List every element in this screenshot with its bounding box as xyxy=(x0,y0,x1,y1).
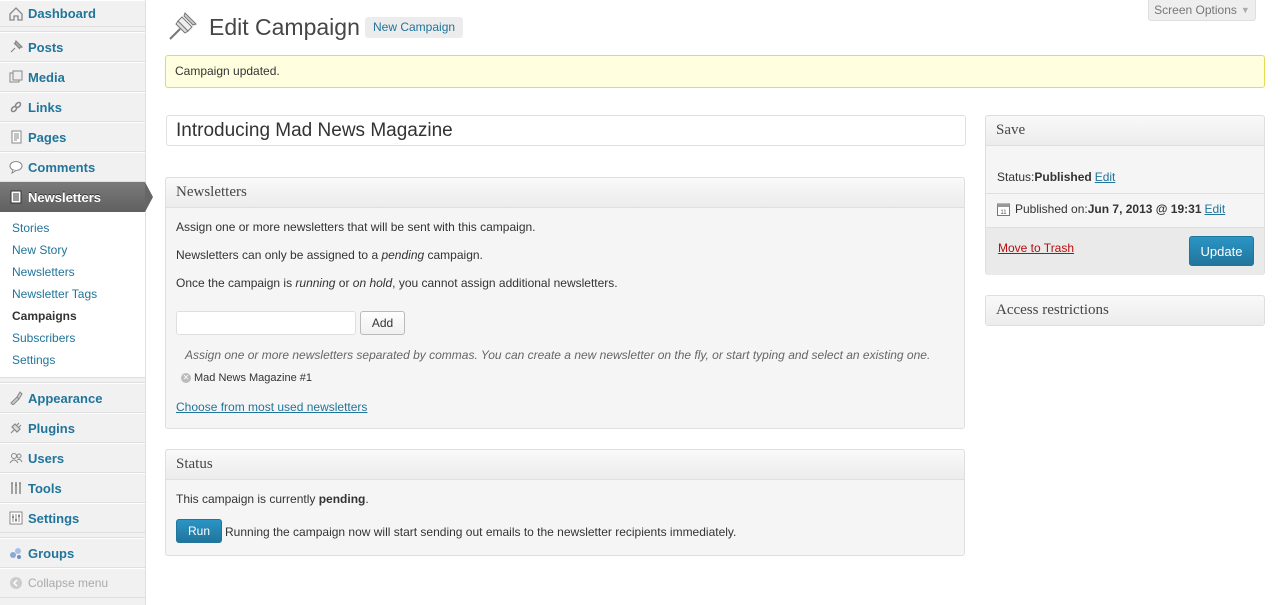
menu-comments-label: Comments xyxy=(28,159,96,175)
newsletter-hint: Assign one or more newsletters separated… xyxy=(185,348,931,362)
status-metabox: Status This campaign is currently pendin… xyxy=(165,449,965,556)
submenu-settings[interactable]: Settings xyxy=(0,349,145,371)
menu-links[interactable]: Links xyxy=(0,92,145,122)
users-icon xyxy=(8,450,24,466)
menu-collapse-label: Collapse menu xyxy=(28,576,109,590)
menu-newsletters-label: Newsletters xyxy=(28,189,101,205)
calendar-icon: 11 xyxy=(997,202,1010,216)
menu-media-label: Media xyxy=(28,69,65,85)
chevron-down-icon: ▼ xyxy=(1240,5,1250,15)
menu-pages-label: Pages xyxy=(28,129,67,145)
newsletter-tag-input[interactable] xyxy=(176,311,356,335)
menu-dashboard-label: Dashboard xyxy=(28,6,96,21)
menu-tools[interactable]: Tools xyxy=(0,473,145,503)
access-restrictions-title: Access restrictions xyxy=(986,296,1264,325)
submenu-newsletter-tags[interactable]: Newsletter Tags xyxy=(0,283,145,305)
post-status-row: Status: Published Edit xyxy=(997,170,1116,184)
submenu-subscribers[interactable]: Subscribers xyxy=(0,327,145,349)
menu-users[interactable]: Users xyxy=(0,443,145,473)
plugin-icon xyxy=(8,420,24,436)
groups-icon xyxy=(8,545,24,561)
svg-text:11: 11 xyxy=(1000,210,1007,216)
page-title: Edit Campaign xyxy=(209,14,360,40)
campaign-status-text: This campaign is currently pending. xyxy=(176,492,369,506)
newsletters-metabox-title: Newsletters xyxy=(166,178,964,208)
edit-status-link[interactable]: Edit xyxy=(1095,170,1116,184)
menu-settings[interactable]: Settings xyxy=(0,503,145,533)
submenu-campaigns[interactable]: Campaigns xyxy=(0,305,145,327)
menu-groups-label: Groups xyxy=(28,545,75,561)
pushpin-icon xyxy=(167,10,199,42)
newsletters-desc-1: Assign one or more newsletters that will… xyxy=(176,220,536,234)
menu-links-label: Links xyxy=(28,99,62,115)
new-campaign-button[interactable]: New Campaign xyxy=(365,17,464,38)
newsletters-submenu: Stories New Story Newsletters Newsletter… xyxy=(0,212,145,378)
remove-tag-icon[interactable]: ✕ xyxy=(181,373,191,383)
menu-users-label: Users xyxy=(28,450,65,466)
menu-dashboard[interactable]: Dashboard xyxy=(0,0,145,27)
most-used-newsletters-link[interactable]: Choose from most used newsletters xyxy=(176,400,367,414)
menu-plugins[interactable]: Plugins xyxy=(0,413,145,443)
campaign-title-input[interactable]: Introducing Mad News Magazine xyxy=(166,115,966,146)
newsletters-desc-3: Once the campaign is running or on hold,… xyxy=(176,276,618,290)
screen-options-label: Screen Options xyxy=(1154,3,1237,17)
menu-comments[interactable]: Comments xyxy=(0,152,145,182)
edit-date-link[interactable]: Edit xyxy=(1205,202,1226,216)
menu-settings-label: Settings xyxy=(28,510,80,526)
submenu-newsletters[interactable]: Newsletters xyxy=(0,261,145,283)
link-icon xyxy=(8,99,24,115)
menu-plugins-label: Plugins xyxy=(28,420,75,436)
appearance-icon xyxy=(8,390,24,406)
menu-appearance-label: Appearance xyxy=(28,390,103,406)
pin-icon xyxy=(8,39,24,55)
newsletters-metabox: Newsletters Assign one or more newslette… xyxy=(165,177,965,429)
comment-icon xyxy=(8,159,24,175)
updated-notice: Campaign updated. xyxy=(165,55,1265,88)
newsletter-tag-label: Mad News Magazine #1 xyxy=(194,372,313,384)
pages-icon xyxy=(8,129,24,145)
move-to-trash-link[interactable]: Move to Trash xyxy=(998,241,1074,255)
newsletter-tag: ✕ Mad News Magazine #1 xyxy=(181,372,312,384)
menu-newsletters[interactable]: Newsletters xyxy=(0,182,153,212)
status-metabox-title: Status xyxy=(166,450,964,480)
menu-pages[interactable]: Pages xyxy=(0,122,145,152)
menu-groups[interactable]: Groups xyxy=(0,538,145,568)
menu-media[interactable]: Media xyxy=(0,62,145,92)
save-metabox-title: Save xyxy=(986,116,1264,146)
submenu-stories[interactable]: Stories xyxy=(0,217,145,239)
dashboard-icon xyxy=(8,6,24,22)
menu-tools-label: Tools xyxy=(28,480,62,496)
access-restrictions-metabox[interactable]: Access restrictions xyxy=(985,295,1265,326)
submenu-new-story[interactable]: New Story xyxy=(0,239,145,261)
add-newsletter-button[interactable]: Add xyxy=(360,311,405,335)
menu-appearance[interactable]: Appearance xyxy=(0,383,145,413)
tools-icon xyxy=(8,480,24,496)
menu-posts-label: Posts xyxy=(28,39,64,55)
newsletter-icon xyxy=(8,189,24,205)
screen-options-button[interactable]: Screen Options ▼ xyxy=(1148,0,1256,21)
save-metabox: Save Status: Published Edit 11 Published… xyxy=(985,115,1265,275)
menu-posts[interactable]: Posts xyxy=(0,32,145,62)
publish-date-row: 11 Published on: Jun 7, 2013 @ 19:31 Edi… xyxy=(997,202,1225,216)
settings-icon xyxy=(8,510,24,526)
update-button[interactable]: Update xyxy=(1189,236,1254,266)
newsletters-desc-2: Newsletters can only be assigned to a pe… xyxy=(176,248,483,262)
collapse-icon xyxy=(8,575,24,591)
admin-sidebar: Dashboard Posts Media Links Pages Commen… xyxy=(0,0,153,605)
divider xyxy=(986,193,1264,194)
media-icon xyxy=(8,69,24,85)
run-campaign-button[interactable]: Run xyxy=(176,519,222,543)
run-description: Running the campaign now will start send… xyxy=(225,525,737,539)
menu-collapse[interactable]: Collapse menu xyxy=(0,568,145,598)
